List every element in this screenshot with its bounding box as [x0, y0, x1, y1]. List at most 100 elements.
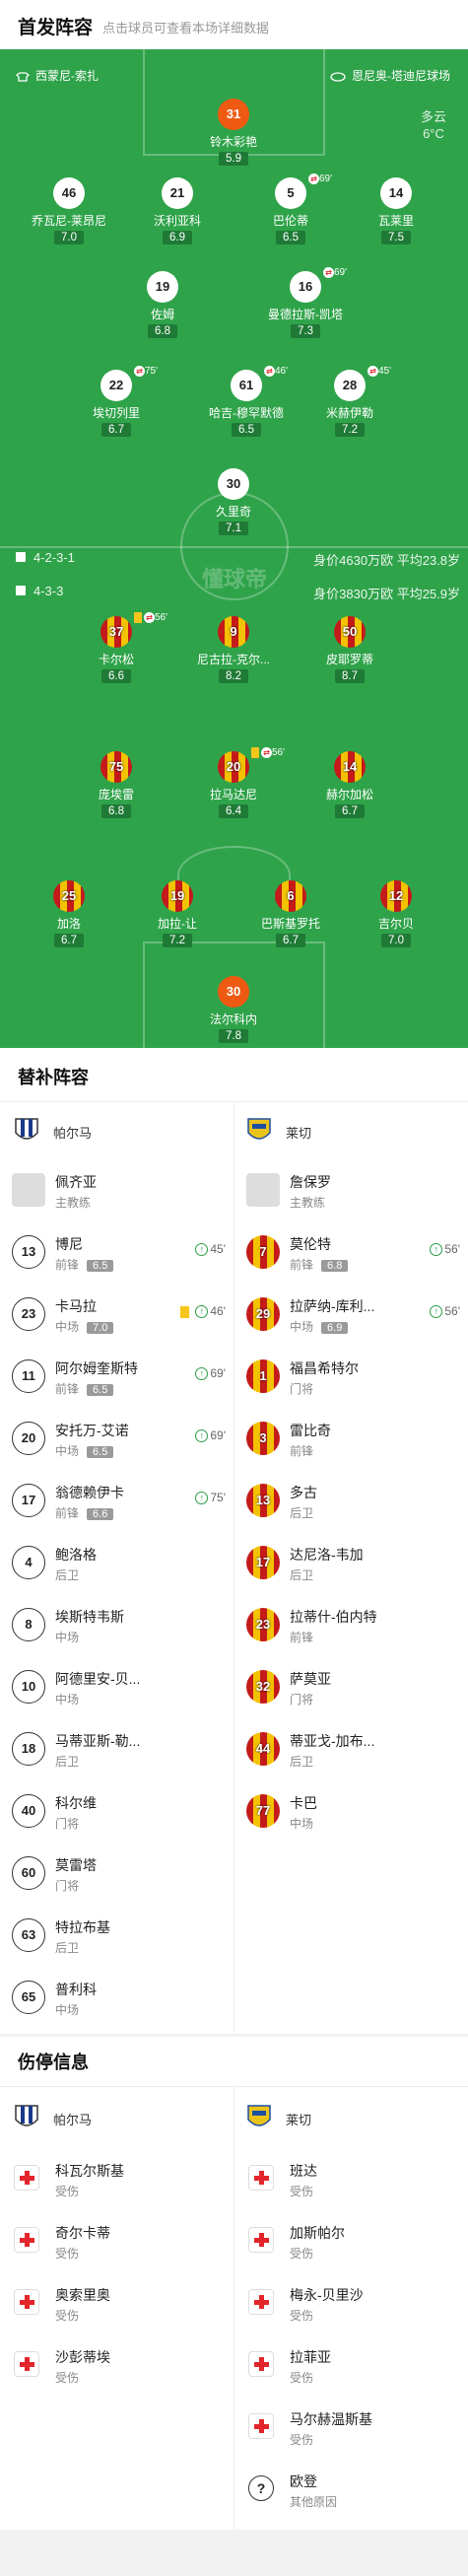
injury-row[interactable]: 加斯帕尔 受伤 [234, 2209, 468, 2271]
player-number: 25 [53, 880, 85, 912]
sub-player-row[interactable]: 佩齐亚 主教练 [0, 1158, 234, 1220]
player-position: 前锋 6.6 [55, 1504, 114, 1521]
medical-cross-icon [14, 2165, 39, 2191]
subs-right-team: 莱切 [286, 1126, 312, 1141]
player-position: 门将 [55, 1817, 80, 1831]
sub-player-row[interactable]: 77 卡巴 中场 [234, 1779, 468, 1842]
player-bottom-37[interactable]: 37 卡尔松 6.6 ⇄ 56' [67, 612, 167, 684]
player-top-28[interactable]: 28 米赫伊勒 7.2 ⇄ 45' [301, 366, 399, 438]
player-top-21[interactable]: 21 沃利亚科 6.9 [128, 177, 227, 245]
lecce-logo-icon [247, 1118, 271, 1140]
player-name: 达尼洛-韦加 [290, 1547, 364, 1563]
subs-title: 替补阵容 [18, 1068, 89, 1087]
player-top-5[interactable]: 5 巴伦蒂 6.5 ⇄ 69' [241, 174, 340, 245]
player-name: 乔瓦尼-莱昂尼 [32, 214, 106, 228]
sub-player-row[interactable]: 18 马蒂亚斯-勒... 后卫 [0, 1717, 234, 1779]
lineup-header: 首发阵容 点击球员可查看本场详细数据 [0, 0, 468, 49]
player-number: 11 [12, 1359, 45, 1393]
sub-player-row[interactable]: 10 阿德里安-贝... 中场 [0, 1655, 234, 1717]
player-bottom-19[interactable]: 19 加拉-让 7.2 [128, 880, 227, 948]
sub-player-row[interactable]: 40 科尔维 门将 [0, 1779, 234, 1842]
player-number: 63 [12, 1918, 45, 1952]
player-rating: 6.5 [232, 423, 261, 437]
pitch: 西蒙尼-索扎 恩尼奥-塔迪尼球场 多云 6°C 4-2-3-1 身价4630万欧 … [0, 49, 468, 1048]
player-top-19[interactable]: 19 佐姆 6.8 [113, 271, 212, 339]
sub-player-row[interactable]: 23 卡马拉 中场 7.0 ↑ 46' [0, 1283, 234, 1345]
injury-row[interactable]: ? 欧登 其他原因 [234, 2458, 468, 2520]
player-bottom-50[interactable]: 50 皮耶罗蒂 8.7 [301, 616, 399, 684]
player-name: 赫尔加松 [325, 788, 373, 801]
sub-player-row[interactable]: 32 萨莫亚 门将 [234, 1655, 468, 1717]
sub-player-row[interactable]: 29 拉萨纳-库利... 中场 6.9 ↑ 56' [234, 1283, 468, 1345]
sub-player-row[interactable]: 20 安托万-艾诺 中场 6.5 ↑ 69' [0, 1407, 234, 1469]
sub-player-row[interactable]: 23 拉蒂什-伯内特 前锋 [234, 1593, 468, 1655]
injury-row[interactable]: 沙彭蒂埃 受伤 [0, 2333, 234, 2396]
player-name: 沙彭蒂埃 [55, 2349, 110, 2365]
player-rating: 6.5 [276, 231, 305, 244]
sub-player-row[interactable]: 13 博尼 前锋 6.5 ↑ 45' [0, 1220, 234, 1283]
player-bottom-6[interactable]: 6 巴斯基罗托 6.7 [241, 880, 340, 948]
injury-row[interactable]: 拉菲亚 受伤 [234, 2333, 468, 2396]
player-rating: 7.2 [163, 934, 192, 947]
sub-in-time: ↑ 45' [195, 1242, 226, 1257]
sub-player-row[interactable]: 63 特拉布基 后卫 [0, 1904, 234, 1966]
player-top-14[interactable]: 14 瓦莱里 7.5 [347, 177, 445, 245]
sub-player-row[interactable]: 17 达尼洛-韦加 后卫 [234, 1531, 468, 1593]
injury-row[interactable]: 奥索里奥 受伤 [0, 2271, 234, 2333]
player-number: 40 [12, 1794, 45, 1828]
sub-player-row[interactable]: 7 莫伦特 前锋 6.8 ↑ 56' [234, 1220, 468, 1283]
sub-player-row[interactable]: 11 阿尔姆奎斯特 前锋 6.5 ↑ 69' [0, 1345, 234, 1407]
player-bottom-9[interactable]: 9 尼古拉-克尔... 8.2 [184, 616, 283, 684]
injury-reason: 受伤 [55, 2185, 80, 2198]
player-bottom-30[interactable]: 30 法尔科内 7.8 [184, 976, 283, 1044]
sub-player-row[interactable]: 1 福昌希特尔 门将 [234, 1345, 468, 1407]
player-bottom-12[interactable]: 12 吉尔贝 7.0 [347, 880, 445, 948]
player-name: 曼德拉斯-凯塔 [268, 308, 343, 321]
player-top-22[interactable]: 22 埃切列里 6.7 ⇄ 75' [67, 366, 166, 438]
injury-row[interactable]: 奇尔卡蒂 受伤 [0, 2209, 234, 2271]
player-bottom-75[interactable]: 75 庞埃雷 6.8 [67, 751, 166, 819]
sub-player-row[interactable]: 65 普利科 中场 [0, 1966, 234, 2028]
sub-player-row[interactable]: 13 多古 后卫 [234, 1469, 468, 1531]
player-top-16[interactable]: 16 曼德拉斯-凯塔 7.3 ⇄ 69' [256, 267, 355, 339]
injury-row[interactable]: 梅永-贝里沙 受伤 [234, 2271, 468, 2333]
player-position: 后卫 [55, 1755, 80, 1769]
home-venue: 西蒙尼-索扎 [15, 67, 99, 84]
player-top-31[interactable]: 31 铃木彩艳 5.9 [184, 99, 283, 167]
player-number: 19 [147, 271, 178, 303]
sub-player-row[interactable]: 4 鲍洛格 后卫 [0, 1531, 234, 1593]
player-top-30[interactable]: 30 久里奇 7.1 [184, 468, 283, 536]
player-number: 32 [246, 1670, 280, 1704]
player-top-61[interactable]: 61 哈吉-穆罕默德 6.5 ⇄ 46' [197, 366, 296, 438]
sub-player-row[interactable]: 60 莫雷塔 门将 [0, 1842, 234, 1904]
player-number: 37 [100, 616, 132, 648]
injury-row[interactable]: 马尔赫温斯基 受伤 [234, 2396, 468, 2458]
player-bottom-14[interactable]: 14 赫尔加松 6.7 [301, 751, 399, 819]
player-name: 萨莫亚 [290, 1671, 331, 1687]
sub-player-row[interactable]: 3 雷比奇 前锋 [234, 1407, 468, 1469]
player-name: 铃木彩艳 [209, 135, 257, 149]
sub-player-row[interactable]: 17 翁德赖伊卡 前锋 6.6 ↑ 75' [0, 1469, 234, 1531]
player-rating: 7.0 [54, 231, 84, 244]
player-name: 皮耶罗蒂 [325, 653, 373, 666]
sub-player-row[interactable]: 詹保罗 主教练 [234, 1158, 468, 1220]
player-bottom-25[interactable]: 25 加洛 6.7 [20, 880, 118, 948]
sub-player-row[interactable]: 44 蒂亚戈-加布... 后卫 [234, 1717, 468, 1779]
medical-cross-icon [248, 2413, 274, 2439]
player-name: 埃切列里 [92, 406, 140, 420]
player-number: 6 [275, 880, 306, 912]
player-name: 法尔科内 [209, 1012, 257, 1026]
player-position: 中场 [290, 1817, 314, 1831]
player-rating: 5.9 [219, 152, 248, 166]
player-name: 多古 [290, 1485, 317, 1500]
player-bottom-20[interactable]: 20 拉马达尼 6.4 ⇄ 56' [184, 747, 285, 819]
injury-row[interactable]: 科瓦尔斯基 受伤 [0, 2147, 234, 2209]
player-number: 44 [246, 1732, 280, 1766]
player-top-46[interactable]: 46 乔瓦尼-莱昂尼 7.0 [20, 177, 118, 245]
player-position: 中场 [55, 1631, 80, 1644]
player-position: 中场 [55, 1693, 80, 1706]
injury-row[interactable]: 班达 受伤 [234, 2147, 468, 2209]
sub-player-row[interactable]: 8 埃斯特韦斯 中场 [0, 1593, 234, 1655]
injury-reason: 其他原因 [290, 2495, 338, 2509]
player-number: 13 [12, 1235, 45, 1269]
